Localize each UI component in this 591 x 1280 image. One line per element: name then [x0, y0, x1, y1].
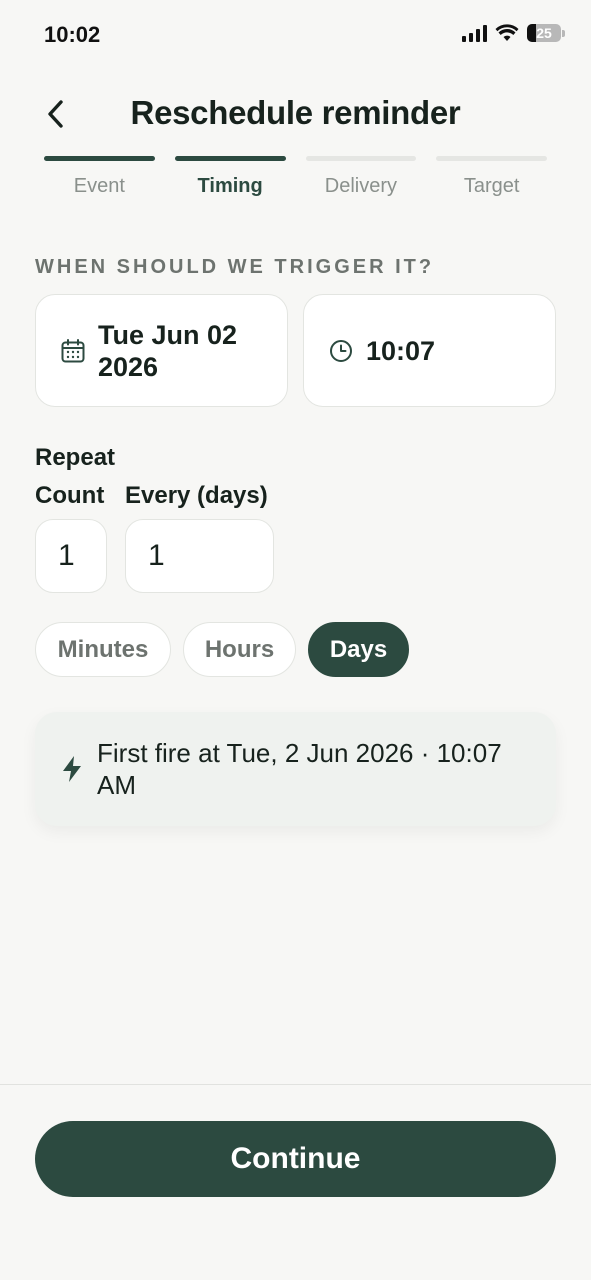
selected-date: Tue Jun 02 2026: [98, 319, 238, 382]
repeat-label: Repeat: [35, 444, 116, 471]
continue-button[interactable]: Continue: [35, 1121, 556, 1197]
step-bar: [305, 156, 417, 161]
step-label: Target: [463, 175, 520, 197]
first-fire-text: First fire at Tue, 2 Jun 2026 · 10:07 AM: [97, 738, 502, 800]
count-label: Count: [35, 482, 105, 509]
every-label: Every (days): [125, 482, 268, 509]
section-label: WHEN SHOULD WE TRIGGER IT?: [35, 256, 435, 278]
status-icons: 25: [462, 24, 565, 42]
every-input[interactable]: [125, 519, 274, 593]
step-bar: [174, 156, 286, 161]
step-target[interactable]: Target: [436, 156, 547, 198]
status-bar: 10:02 25: [0, 0, 591, 72]
unit-chip-hours[interactable]: Hours: [183, 622, 296, 677]
calendar-icon: [61, 338, 85, 362]
unit-chip-days[interactable]: Days: [308, 622, 409, 677]
battery-level: 25: [536, 25, 552, 41]
step-timing[interactable]: Timing: [174, 156, 286, 198]
status-time: 10:02: [44, 22, 101, 47]
step-label: Delivery: [324, 175, 397, 197]
step-label: Timing: [197, 175, 263, 197]
unit-chip-minutes[interactable]: Minutes: [35, 622, 171, 677]
page-title: Reschedule reminder: [130, 94, 461, 131]
step-event[interactable]: Event: [44, 156, 155, 198]
footer-divider: [0, 1084, 591, 1085]
first-fire-card: First fire at Tue, 2 Jun 2026 · 10:07 AM: [35, 712, 556, 826]
bolt-icon: [63, 756, 81, 782]
step-bar: [44, 156, 155, 161]
time-picker-button[interactable]: 10:07: [303, 294, 556, 407]
signal-icon: [462, 24, 487, 42]
step-delivery[interactable]: Delivery: [305, 156, 417, 198]
count-input[interactable]: [35, 519, 107, 593]
step-bar: [436, 156, 547, 161]
battery-icon: 25: [527, 24, 561, 42]
clock-icon: [330, 339, 352, 362]
date-picker-button[interactable]: Tue Jun 02 2026: [35, 294, 288, 407]
selected-time: 10:07: [366, 335, 436, 366]
progress-stepper: Event Timing Delivery Target: [44, 156, 547, 198]
step-label: Event: [73, 175, 125, 197]
wifi-icon: [495, 24, 519, 41]
